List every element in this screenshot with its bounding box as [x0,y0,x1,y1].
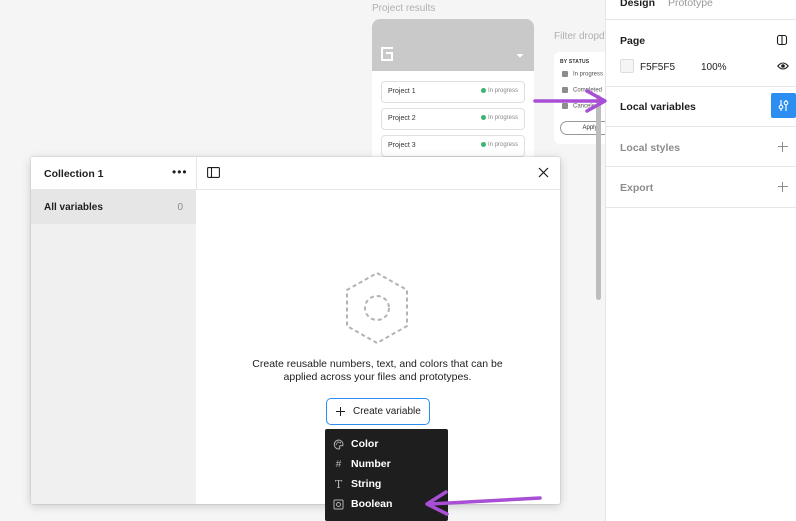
logo-icon [381,47,393,61]
filter-frame-label[interactable]: Filter dropdo [554,31,610,42]
filter-option: Completed [562,87,602,94]
tab-design[interactable]: Design [620,0,655,9]
empty-state-text: Create reusable numbers, text, and color… [252,358,503,383]
local-variables-title[interactable]: Local variables [620,101,696,113]
menu-item-string[interactable]: T String [325,475,448,495]
page-color-hex[interactable]: F5F5F5 [640,62,675,73]
all-variables-count: 0 [177,202,183,213]
checkbox-icon [562,87,568,93]
empty-variables-hexagon-icon [346,271,408,345]
variables-icon [778,100,789,111]
local-variables-button[interactable] [771,93,796,118]
checkbox-icon [562,71,568,77]
menu-item-boolean[interactable]: Boolean [325,495,448,515]
menu-label: Number [351,458,391,470]
project-card: Project 3 In progress [381,135,525,157]
project-status: In progress [480,115,518,121]
canvas-scrollbar[interactable] [596,95,601,300]
page-color-opacity[interactable]: 100% [701,62,727,73]
menu-label: Boolean [351,498,393,510]
page-section-title: Page [620,35,646,47]
plus-icon [336,407,345,416]
filter-option: Canceled [562,103,598,110]
project-status: In progress [480,142,518,148]
project-results-frame[interactable]: ⏷ Project 1 In progress Project 2 In pro… [372,19,534,164]
project-name: Project 3 [388,142,416,149]
add-export-plus-icon[interactable] [778,182,788,192]
frame-label[interactable]: Project results [372,3,435,14]
export-title: Export [620,182,654,194]
variables-collection-modal: Collection 1 ••• All variables 0 Create … [31,157,560,504]
local-styles-title: Local styles [620,142,681,154]
project-card: Project 1 In progress [381,81,525,103]
more-options-icon[interactable]: ••• [172,166,188,178]
menu-label: Color [351,438,379,450]
all-variables-label: All variables [44,202,103,213]
eye-icon[interactable] [777,61,789,71]
divider [606,86,796,87]
tab-prototype[interactable]: Prototype [668,0,713,9]
close-icon[interactable] [538,167,549,178]
divider [606,19,796,20]
checkbox-icon [562,103,568,109]
all-variables-item[interactable]: All variables 0 [31,190,196,224]
filter-option: In progress [562,71,603,78]
hash-icon: # [335,459,342,470]
divider [606,126,796,127]
add-style-plus-icon[interactable] [778,142,788,152]
divider [606,207,796,208]
divider [606,166,796,167]
menu-item-color[interactable]: Color [325,435,448,455]
filter-heading: BY STATUS [560,59,590,65]
panel-tabs: Design Prototype [620,0,723,9]
menu-item-number[interactable]: # Number [325,455,448,475]
toggle-icon [333,499,344,510]
filter-icon: ⏷ [516,51,524,62]
variable-type-menu: Color # Number T String Boolean [325,429,448,521]
page-settings-icon[interactable] [776,34,788,46]
status-dot-icon [480,142,486,147]
design-panel: Design Prototype Page F5F5F5 100% Local … [605,0,796,521]
status-dot-icon [480,115,486,120]
status-dot-icon [480,88,486,93]
create-variable-button[interactable]: Create variable [326,398,430,425]
sidebar-toggle-icon[interactable] [207,167,220,178]
collection-main-header [196,157,560,190]
project-status: In progress [480,88,518,94]
frame-header: ⏷ [372,19,534,71]
page-color-swatch[interactable] [620,59,634,73]
text-icon: T [334,478,343,491]
project-name: Project 1 [388,88,416,95]
collection-sidebar-header: Collection 1 ••• [31,157,196,190]
palette-icon [333,439,344,450]
create-variable-label: Create variable [353,406,421,417]
collection-title[interactable]: Collection 1 [44,168,104,180]
project-name: Project 2 [388,115,416,122]
project-card: Project 2 In progress [381,108,525,130]
menu-label: String [351,478,382,490]
